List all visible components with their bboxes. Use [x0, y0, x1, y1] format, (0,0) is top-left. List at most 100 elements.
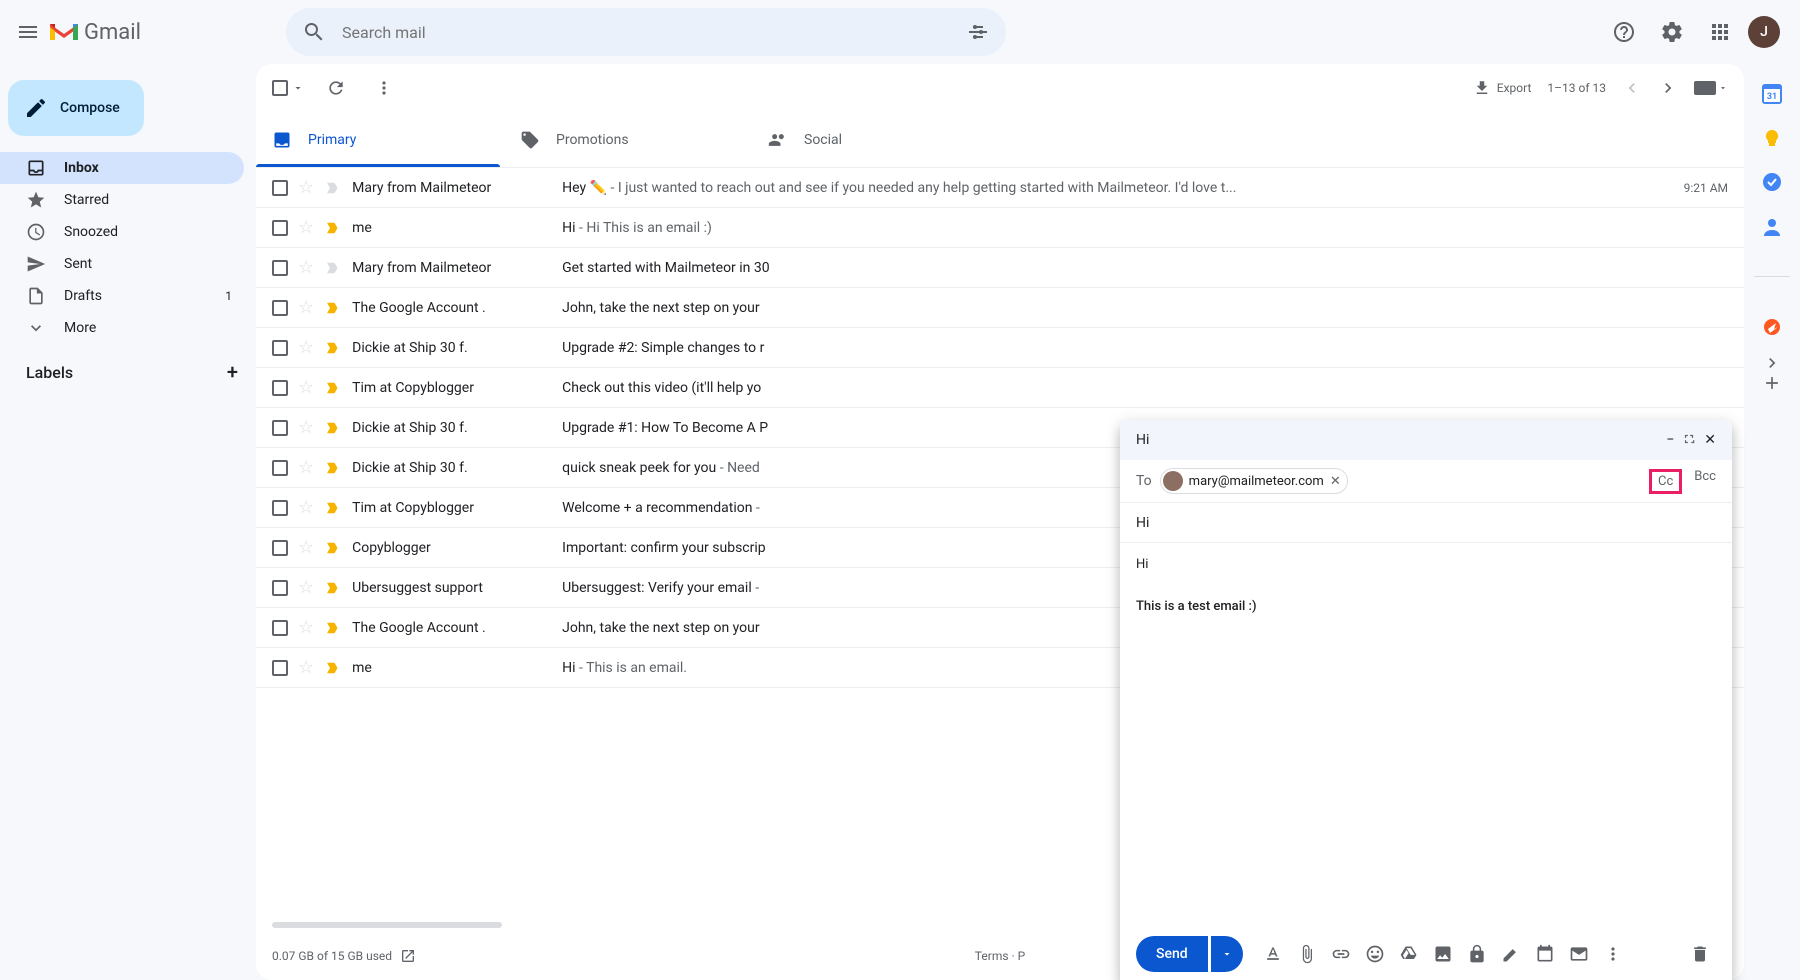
sidebar-item-drafts[interactable]: Drafts1 — [0, 280, 244, 312]
row-checkbox[interactable] — [272, 300, 288, 316]
select-dropdown-icon[interactable] — [292, 82, 304, 94]
send-button[interactable]: Send — [1136, 936, 1208, 972]
sidebar-item-sent[interactable]: Sent — [0, 248, 244, 280]
drive-icon[interactable] — [1393, 938, 1425, 970]
sidebar-item-starred[interactable]: Starred — [0, 184, 244, 216]
apps-icon[interactable] — [1700, 12, 1740, 52]
star-icon[interactable]: ☆ — [298, 617, 314, 638]
cc-button[interactable]: Cc — [1649, 469, 1682, 494]
account-avatar[interactable]: J — [1748, 16, 1780, 48]
tab-social[interactable]: Social — [752, 112, 1000, 167]
to-field[interactable]: To mary@mailmeteor.com ✕ Cc Bcc — [1120, 460, 1732, 503]
important-icon[interactable] — [324, 419, 342, 437]
important-icon[interactable] — [324, 339, 342, 357]
compose-body[interactable]: Hi This is a test email :) — [1120, 543, 1732, 928]
fullscreen-icon[interactable] — [1682, 432, 1696, 448]
important-icon[interactable] — [324, 499, 342, 517]
search-input[interactable] — [334, 23, 958, 42]
bcc-button[interactable]: Bcc — [1694, 469, 1716, 494]
next-page-icon[interactable] — [1658, 78, 1678, 98]
star-icon[interactable]: ☆ — [298, 577, 314, 598]
search-bar[interactable] — [286, 8, 1006, 56]
keep-icon[interactable] — [1762, 128, 1782, 148]
important-icon[interactable] — [324, 259, 342, 277]
horizontal-scrollbar[interactable] — [272, 922, 502, 928]
more-icon[interactable] — [368, 72, 400, 104]
row-checkbox[interactable] — [272, 420, 288, 436]
signature-icon[interactable] — [1495, 938, 1527, 970]
collapse-panel-icon[interactable] — [1762, 353, 1782, 373]
star-icon[interactable]: ☆ — [298, 297, 314, 318]
row-checkbox[interactable] — [272, 260, 288, 276]
row-checkbox[interactable] — [272, 580, 288, 596]
link-icon[interactable] — [1325, 938, 1357, 970]
minimize-icon[interactable]: − — [1666, 432, 1674, 448]
row-checkbox[interactable] — [272, 340, 288, 356]
main-menu-button[interactable] — [8, 12, 48, 52]
tab-primary[interactable]: Primary — [256, 112, 504, 167]
row-checkbox[interactable] — [272, 540, 288, 556]
star-icon[interactable]: ☆ — [298, 377, 314, 398]
confidential-icon[interactable] — [1461, 938, 1493, 970]
row-checkbox[interactable] — [272, 180, 288, 196]
star-icon[interactable]: ☆ — [298, 537, 314, 558]
star-icon[interactable]: ☆ — [298, 177, 314, 198]
important-icon[interactable] — [324, 379, 342, 397]
image-icon[interactable] — [1427, 938, 1459, 970]
emoji-icon[interactable] — [1359, 938, 1391, 970]
star-icon[interactable]: ☆ — [298, 337, 314, 358]
recipient-chip[interactable]: mary@mailmeteor.com ✕ — [1160, 468, 1348, 494]
important-icon[interactable] — [324, 219, 342, 237]
compose-title-bar[interactable]: Hi − ✕ — [1120, 420, 1732, 460]
input-tools-icon[interactable] — [1694, 81, 1728, 95]
email-row[interactable]: ☆ The Google Account . John, take the ne… — [256, 288, 1744, 328]
star-icon[interactable]: ☆ — [298, 457, 314, 478]
streak-icon[interactable] — [1762, 317, 1782, 337]
star-icon[interactable]: ☆ — [298, 257, 314, 278]
search-options-icon[interactable] — [958, 12, 998, 52]
email-row[interactable]: ☆ Mary from Mailmeteor Hey ✏️ - I just w… — [256, 168, 1744, 208]
footer-terms[interactable]: Terms · P — [975, 949, 1025, 963]
star-icon[interactable]: ☆ — [298, 217, 314, 238]
star-icon[interactable]: ☆ — [298, 497, 314, 518]
attach-icon[interactable] — [1291, 938, 1323, 970]
select-all-checkbox[interactable] — [272, 80, 288, 96]
refresh-icon[interactable] — [320, 72, 352, 104]
close-icon[interactable]: ✕ — [1704, 432, 1716, 448]
important-icon[interactable] — [324, 459, 342, 477]
tab-promotions[interactable]: Promotions — [504, 112, 752, 167]
email-row[interactable]: ☆ Dickie at Ship 30 f. Upgrade #2: Simpl… — [256, 328, 1744, 368]
schedule-icon[interactable] — [1529, 938, 1561, 970]
email-row[interactable]: ☆ Mary from Mailmeteor Get started with … — [256, 248, 1744, 288]
compose-button[interactable]: Compose — [8, 80, 144, 136]
email-row[interactable]: ☆ Tim at Copyblogger Check out this vide… — [256, 368, 1744, 408]
send-options-button[interactable] — [1211, 936, 1243, 972]
search-icon[interactable] — [294, 12, 334, 52]
contacts-icon[interactable] — [1762, 216, 1782, 236]
row-checkbox[interactable] — [272, 500, 288, 516]
sidebar-item-inbox[interactable]: Inbox — [0, 152, 244, 184]
templates-icon[interactable] — [1563, 938, 1595, 970]
gmail-logo[interactable]: Gmail — [48, 20, 286, 45]
important-icon[interactable] — [324, 179, 342, 197]
subject-field[interactable]: Hi — [1120, 503, 1732, 543]
row-checkbox[interactable] — [272, 220, 288, 236]
format-icon[interactable] — [1257, 938, 1289, 970]
row-checkbox[interactable] — [272, 620, 288, 636]
tasks-icon[interactable] — [1762, 172, 1782, 192]
support-icon[interactable] — [1604, 12, 1644, 52]
email-row[interactable]: ☆ me Hi - Hi This is an email :) — [256, 208, 1744, 248]
remove-recipient-icon[interactable]: ✕ — [1330, 474, 1341, 489]
important-icon[interactable] — [324, 619, 342, 637]
star-icon[interactable]: ☆ — [298, 417, 314, 438]
prev-page-icon[interactable] — [1622, 78, 1642, 98]
sidebar-item-more[interactable]: More — [0, 312, 244, 344]
important-icon[interactable] — [324, 659, 342, 677]
sidebar-item-snoozed[interactable]: Snoozed — [0, 216, 244, 248]
important-icon[interactable] — [324, 579, 342, 597]
export-button[interactable]: Export — [1473, 79, 1532, 97]
add-label-icon[interactable]: + — [227, 360, 238, 384]
row-checkbox[interactable] — [272, 460, 288, 476]
row-checkbox[interactable] — [272, 380, 288, 396]
more-compose-icon[interactable] — [1597, 938, 1629, 970]
